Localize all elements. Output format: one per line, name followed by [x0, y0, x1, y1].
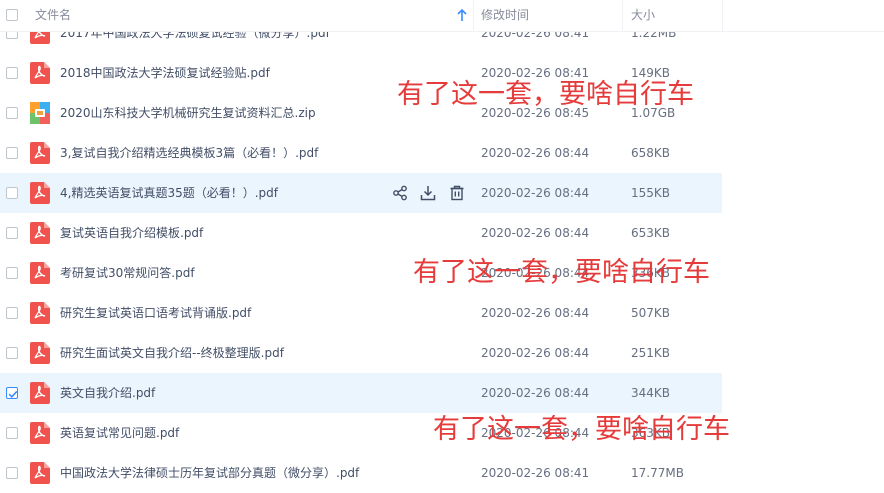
- row-checkbox[interactable]: [6, 107, 18, 119]
- file-modified-time: 2020-02-26 08:44: [481, 306, 590, 320]
- share-icon[interactable]: [392, 185, 408, 201]
- column-divider: [622, 0, 623, 31]
- file-size: 251KB: [631, 346, 671, 360]
- pdf-icon: [30, 422, 50, 444]
- row-checkbox[interactable]: [6, 347, 18, 359]
- row-checkbox[interactable]: [6, 467, 18, 479]
- row-checkbox[interactable]: [6, 267, 18, 279]
- column-header-name[interactable]: 文件名: [35, 0, 71, 31]
- file-name[interactable]: 研究生面试英文自我介绍--终极整理版.pdf: [60, 333, 284, 373]
- file-modified-time: 2020-02-26 08:44: [481, 146, 590, 160]
- file-name[interactable]: 研究生复试英语口语考试背诵版.pdf: [60, 293, 251, 333]
- file-size: 658KB: [631, 146, 671, 160]
- checkmark-icon: [8, 390, 18, 398]
- watermark-overlay-text: 有了这一套，要啥自行车: [433, 414, 730, 445]
- column-header-modified-time[interactable]: 修改时间: [481, 0, 529, 31]
- zip-icon: [30, 102, 50, 124]
- pdf-icon: [30, 262, 50, 284]
- list-header: 文件名 修改时间 大小: [0, 0, 884, 32]
- sort-ascending-icon[interactable]: [456, 8, 468, 22]
- file-row-hovered[interactable]: 4,精选英语复试真题35题（必看！）.pdf 2020-02-26 08:44 …: [0, 173, 722, 213]
- delete-icon[interactable]: [449, 185, 465, 201]
- row-checkbox-checked[interactable]: [6, 387, 18, 399]
- file-modified-time: 2020-02-26 08:44: [481, 226, 590, 240]
- pdf-icon: [30, 302, 50, 324]
- row-checkbox[interactable]: [6, 147, 18, 159]
- watermark-overlay-text: 有了这一套，要啥自行车: [413, 257, 710, 288]
- file-row[interactable]: 3,复试自我介绍精选经典模板3篇（必看！）.pdf 2020-02-26 08:…: [0, 133, 722, 173]
- file-name[interactable]: 3,复试自我介绍精选经典模板3篇（必看！）.pdf: [60, 133, 318, 173]
- file-modified-time: 2020-02-26 08:44: [481, 186, 590, 200]
- pdf-icon: [30, 222, 50, 244]
- pdf-icon: [30, 382, 50, 404]
- pdf-icon: [30, 182, 50, 204]
- file-size: 17.77MB: [631, 466, 684, 480]
- file-row[interactable]: 研究生复试英语口语考试背诵版.pdf 2020-02-26 08:44 507K…: [0, 293, 722, 333]
- column-divider: [473, 0, 474, 31]
- file-size: 155KB: [631, 186, 671, 200]
- row-checkbox[interactable]: [6, 227, 18, 239]
- file-row[interactable]: 研究生面试英文自我介绍--终极整理版.pdf 2020-02-26 08:44 …: [0, 333, 722, 373]
- file-name[interactable]: 2020山东科技大学机械研究生复试资料汇总.zip: [60, 93, 316, 133]
- file-name[interactable]: 考研复试30常规问答.pdf: [60, 253, 195, 293]
- select-all-checkbox[interactable]: [6, 9, 18, 21]
- file-size: 507KB: [631, 306, 671, 320]
- file-size: 653KB: [631, 226, 671, 240]
- file-name[interactable]: 英文自我介绍.pdf: [60, 373, 155, 413]
- file-modified-time: 2020-02-26 08:44: [481, 346, 590, 360]
- watermark-overlay-text: 有了这一套，要啥自行车: [397, 79, 694, 110]
- row-checkbox[interactable]: [6, 187, 18, 199]
- pdf-icon: [30, 62, 50, 84]
- column-divider: [722, 0, 723, 31]
- file-name[interactable]: 4,精选英语复试真题35题（必看！）.pdf: [60, 173, 278, 213]
- pdf-icon: [30, 142, 50, 164]
- row-checkbox[interactable]: [6, 67, 18, 79]
- file-name[interactable]: 2018中国政法大学法硕复试经验贴.pdf: [60, 53, 270, 93]
- row-checkbox[interactable]: [6, 427, 18, 439]
- file-name[interactable]: 中国政法大学法律硕士历年复试部分真题（微分享）.pdf: [60, 453, 359, 493]
- download-icon[interactable]: [420, 185, 436, 201]
- file-modified-time: 2020-02-26 08:41: [481, 466, 590, 480]
- file-row[interactable]: 复试英语自我介绍模板.pdf 2020-02-26 08:44 653KB: [0, 213, 722, 253]
- file-name[interactable]: 英语复试常见问题.pdf: [60, 413, 179, 453]
- row-checkbox[interactable]: [6, 307, 18, 319]
- file-row[interactable]: 中国政法大学法律硕士历年复试部分真题（微分享）.pdf 2020-02-26 0…: [0, 453, 722, 493]
- file-name[interactable]: 复试英语自我介绍模板.pdf: [60, 213, 203, 253]
- pdf-icon: [30, 462, 50, 484]
- column-header-size[interactable]: 大小: [631, 0, 655, 31]
- pdf-icon: [30, 342, 50, 364]
